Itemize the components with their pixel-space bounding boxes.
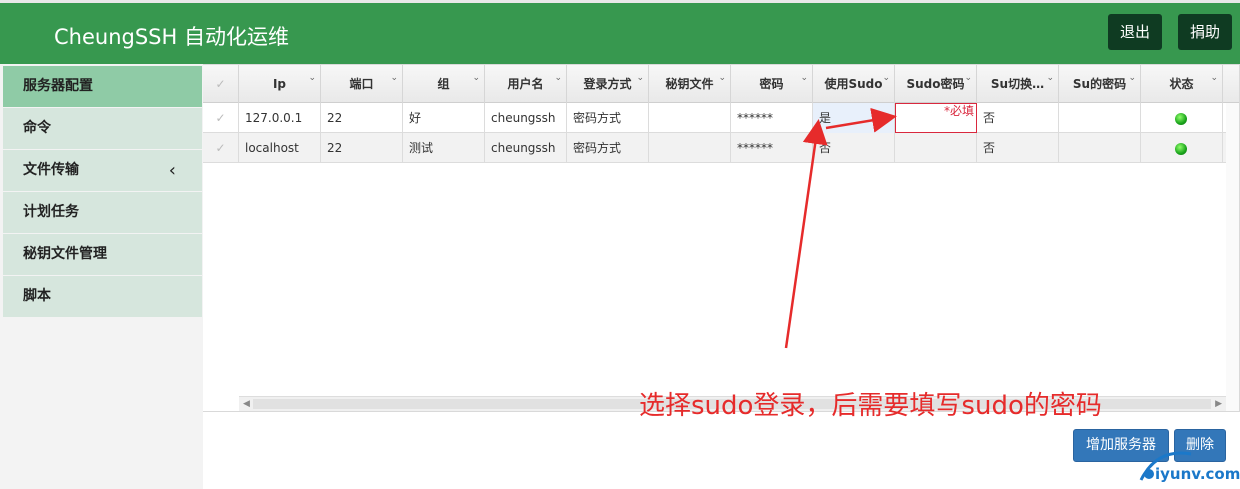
arrow-to-sudo-password <box>825 107 897 133</box>
watermark-text: iyunv.com <box>1155 465 1240 483</box>
annotation-text: 选择sudo登录，后需要填写sudo的密码 <box>639 391 1102 421</box>
arrow-to-use-sudo <box>784 119 828 349</box>
